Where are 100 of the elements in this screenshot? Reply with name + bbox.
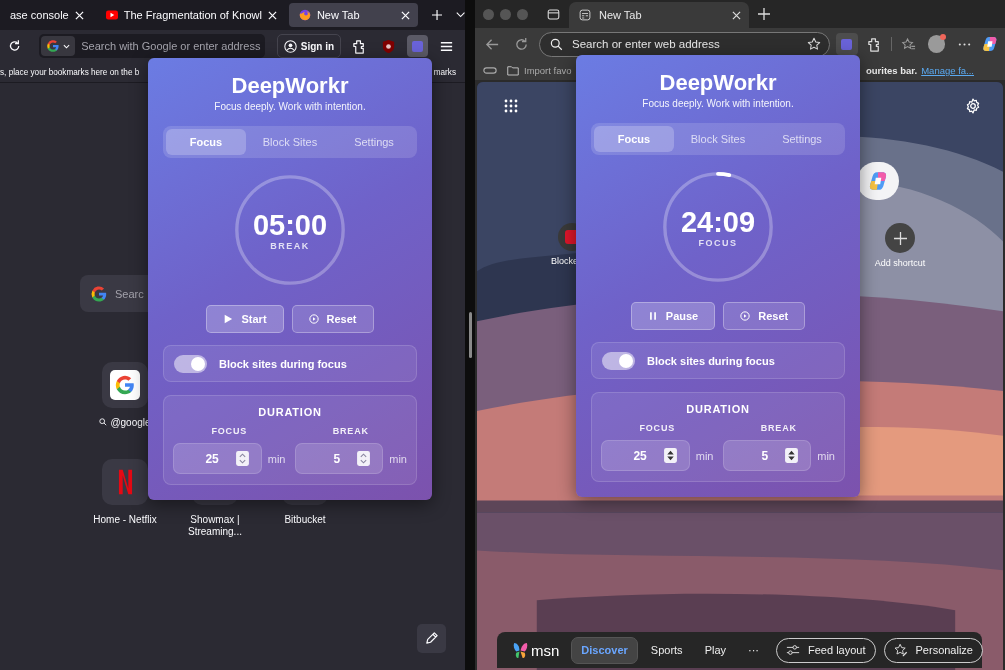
popup-tab[interactable]: Settings [762, 126, 842, 152]
toggle-switch[interactable] [174, 354, 207, 373]
timer-time: 05:00 [252, 209, 328, 241]
address-field[interactable]: Search or enter web address [539, 31, 830, 57]
extensions-icon[interactable] [866, 36, 882, 52]
google-logo-icon [114, 374, 136, 396]
app-tagline: Focus deeply. Work with intention. [214, 100, 366, 114]
shortcut-label: Home - Netflix [92, 514, 158, 526]
popup-tab[interactable]: Block Sites [678, 126, 758, 152]
toggle-switch[interactable] [602, 351, 635, 370]
browser-tab[interactable]: The Fragmentation of Knowl [95, 3, 285, 27]
timer-mode: BREAK [270, 241, 310, 251]
number-field[interactable]: 5 [294, 443, 384, 474]
unit-label: min [817, 449, 835, 462]
play-circle-icon [308, 314, 319, 324]
play-icon [223, 314, 234, 324]
feed-tab[interactable]: ··· [739, 636, 769, 664]
import-favorites-button[interactable]: Import favo [507, 64, 572, 76]
new-tab-icon[interactable] [758, 8, 770, 20]
folder-icon [507, 64, 519, 76]
unit-label: min [389, 452, 407, 465]
favorites-icon[interactable] [900, 36, 916, 52]
feed-tab[interactable]: Sports [641, 636, 692, 664]
shortcut-label: Bitbucket [283, 514, 327, 526]
popup-tab[interactable]: Block Sites [250, 129, 330, 155]
collections-icon[interactable] [483, 64, 497, 76]
shortcut-tile[interactable] [102, 459, 148, 505]
edit-button[interactable] [417, 624, 446, 653]
browser-tab[interactable]: New Tab [288, 3, 418, 27]
browser-tab[interactable]: ase console [0, 3, 92, 27]
account-icon [283, 39, 297, 53]
app-tagline: Focus deeply. Work with intention. [642, 97, 794, 111]
bookmarks-hint: s, place your bookmarks here on the b [0, 67, 140, 77]
reset-button[interactable]: Reset [291, 305, 374, 333]
butterfly-logo-icon [512, 641, 529, 659]
copilot-icon [867, 170, 889, 192]
timer-time: 24:09 [680, 206, 756, 238]
reload-icon[interactable] [8, 39, 22, 53]
bookmarks-hint: marks [433, 67, 456, 77]
timer-mode: FOCUS [698, 238, 738, 248]
pause-icon [647, 311, 658, 321]
stepper-icon[interactable] [785, 448, 799, 463]
play-icon [105, 9, 118, 21]
start-button[interactable]: Start [206, 305, 284, 333]
page-icon [579, 9, 591, 21]
field-label: FOCUS [211, 425, 247, 437]
plus-icon [893, 231, 907, 245]
favorites-hint: ourites bar. [865, 64, 918, 76]
address-field[interactable]: Search with Google or enter address [39, 34, 265, 58]
app-title: DeepWorkr [231, 72, 349, 100]
app-grid-icon[interactable] [504, 99, 518, 113]
stepper-icon[interactable] [663, 448, 677, 463]
number-field[interactable]: 25 [173, 443, 262, 474]
section-title: DURATION [258, 405, 322, 419]
sign-in-button[interactable]: Sign in [276, 34, 342, 58]
pause-button[interactable]: Pause [630, 302, 716, 330]
number-field[interactable]: 25 [601, 440, 690, 471]
pencil-icon [424, 631, 439, 646]
fox-globe-icon [298, 9, 311, 21]
shortcut-tile[interactable] [102, 362, 148, 408]
popup-tab[interactable]: Focus [594, 126, 674, 152]
shield-icon[interactable] [381, 38, 397, 54]
chevron-down-icon[interactable] [455, 11, 465, 19]
unit-label: min [267, 452, 286, 465]
google-logo-icon [90, 284, 108, 303]
play-circle-icon [740, 311, 751, 321]
number-field[interactable]: 5 [722, 440, 812, 471]
search-engine-button[interactable] [41, 36, 76, 56]
caret-icon [63, 43, 71, 49]
unit-label: min [695, 449, 714, 462]
field-label: BREAK [332, 425, 369, 437]
search-icon [550, 37, 563, 51]
shortcut-label: Showmax | Streaming... [187, 514, 243, 538]
shortcut-label: Add shortcut [874, 258, 926, 268]
toggle-label: Block sites during focus [219, 357, 347, 370]
tab-actions-icon[interactable] [547, 7, 560, 21]
toggle-label: Block sites during focus [647, 354, 775, 367]
feed-tab[interactable]: Discover [571, 636, 638, 664]
browser-tab[interactable]: New Tab [569, 2, 749, 28]
app-title: DeepWorkr [659, 69, 777, 97]
star-pencil-icon [893, 643, 908, 657]
reset-button[interactable]: Reset [723, 302, 806, 330]
profile-avatar[interactable] [927, 35, 946, 53]
split-handle[interactable] [468, 312, 472, 358]
field-label: BREAK [760, 422, 797, 434]
settings-icon[interactable] [965, 98, 981, 114]
close-icon[interactable] [732, 10, 741, 20]
extension-button[interactable] [835, 33, 858, 55]
logo-text: msn [531, 641, 560, 659]
section-title: DURATION [686, 402, 750, 416]
field-label: FOCUS [639, 422, 675, 434]
manage-favorites-link[interactable]: Manage fa... [921, 64, 974, 76]
extension-button[interactable] [407, 35, 428, 57]
sliders-icon [786, 643, 801, 657]
popup-tab[interactable]: Focus [166, 129, 246, 155]
star-icon[interactable] [806, 37, 821, 51]
google-logo-icon [46, 39, 61, 53]
popup-tab[interactable]: Settings [334, 129, 414, 155]
feed-tab[interactable]: Play [695, 636, 736, 664]
copilot-icon[interactable] [981, 35, 999, 53]
